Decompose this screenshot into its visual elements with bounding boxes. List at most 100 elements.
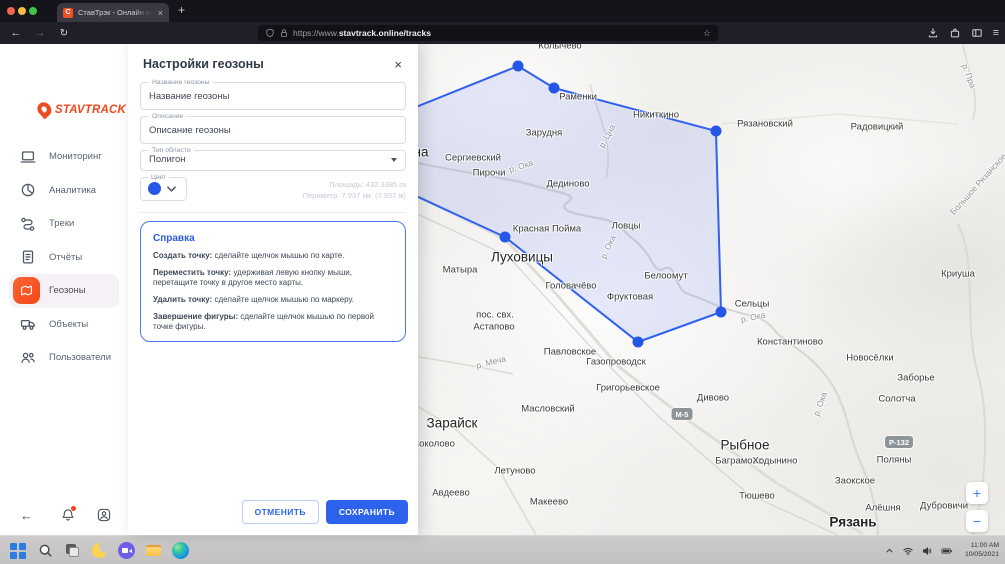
geofence-vertex-marker[interactable] <box>549 83 560 94</box>
tab-title: СтавТрэк - Онлайн мониторинг <box>78 8 155 17</box>
video-app-icon[interactable] <box>118 542 135 559</box>
app-sidebar: STAVTRACK Мониторинг Аналитика Треки Отчёты… <box>0 44 128 535</box>
geozone-color-swatch[interactable] <box>148 182 161 195</box>
map-zoom-in-button[interactable]: + <box>966 482 988 504</box>
notification-dot <box>71 506 76 511</box>
map-place-label: Поляны <box>877 455 912 466</box>
geofence-vertex-marker[interactable] <box>500 232 511 243</box>
map-place-label: Рязань <box>829 515 876 530</box>
cancel-button[interactable]: ОТМЕНИТЬ <box>242 500 319 524</box>
area-type-select[interactable]: Тип области Полигон <box>140 147 406 171</box>
reload-icon[interactable]: ↻ <box>54 22 74 44</box>
sidebar-item-label: Отчёты <box>49 252 82 263</box>
url-text: stavtrack.online/tracks <box>339 28 431 38</box>
dropdown-arrow-icon <box>391 158 397 162</box>
sidebar-item-reports[interactable]: Отчёты <box>0 241 128 275</box>
battery-icon[interactable] <box>940 545 954 557</box>
geofence-vertex-marker[interactable] <box>633 337 644 348</box>
geozone-stats: Площадь: 432.3385 га Периметр: 7.937 км,… <box>303 171 406 201</box>
taskbar-apps <box>10 536 189 564</box>
geozone-name-input[interactable] <box>141 91 405 102</box>
map-place-label: Новосёлки <box>846 353 893 364</box>
maximize-window-button[interactable] <box>29 7 37 15</box>
map-place-label: Григорьевское <box>596 383 660 394</box>
chevron-down-icon[interactable] <box>167 186 176 192</box>
tray-date: 10/05/2021 <box>965 551 999 560</box>
save-button[interactable]: СОХРАНИТЬ <box>326 500 408 524</box>
users-icon <box>19 349 37 367</box>
map-place-label: Заокское <box>835 476 875 487</box>
map-place-label: Пирочи <box>473 168 506 179</box>
map-place-label: Дубровичи <box>920 501 968 512</box>
map-place-label: Головачёво <box>546 281 597 292</box>
panel-title: Настройки геозоны <box>143 57 264 71</box>
notifications-bell-icon[interactable] <box>60 507 76 523</box>
map-place-label: Матыра <box>443 265 478 276</box>
url-bar[interactable]: https://www.stavtrack.online/tracks ☆ <box>258 25 718 41</box>
sidebar-item-objects[interactable]: Объекты <box>0 308 128 342</box>
sidebar-item-label: Аналитика <box>49 185 96 196</box>
sidebar-item-label: Объекты <box>49 319 88 330</box>
chevron-up-icon[interactable] <box>884 545 895 556</box>
sidebar-item-monitoring[interactable]: Мониторинг <box>0 140 128 174</box>
browser-menu-icon[interactable]: ≡ <box>993 27 999 39</box>
map-place-label: Летуново <box>494 466 535 477</box>
geozone-description-input[interactable] <box>141 125 405 136</box>
map-place-label: Сергиевский <box>445 153 501 164</box>
browser-tab[interactable]: С СтавТрэк - Онлайн мониторинг × <box>57 3 169 22</box>
sidebar-toggle-icon[interactable] <box>971 27 983 39</box>
bookmark-star-icon[interactable]: ☆ <box>703 28 711 39</box>
sidebar-item-tracks[interactable]: Треки <box>0 207 128 241</box>
map-place-label: Масловский <box>521 404 574 415</box>
taskbar-clock[interactable]: 11:00 AM 10/05/2021 <box>965 542 999 559</box>
map-place-label: Криуша <box>941 269 975 280</box>
forward-icon[interactable]: → <box>30 22 50 44</box>
stavtrack-logo: STAVTRACK <box>38 102 126 117</box>
download-icon[interactable] <box>927 27 939 39</box>
task-view-icon[interactable] <box>64 542 81 559</box>
map-place-label: Раменки <box>559 92 597 103</box>
help-item: Создать точку: сделайте щелчок мышью по … <box>153 251 393 261</box>
wifi-icon[interactable] <box>902 545 914 557</box>
start-icon[interactable] <box>10 542 27 559</box>
map-zoom-out-button[interactable]: − <box>966 510 988 532</box>
sidebar-item-analytics[interactable]: Аналитика <box>0 174 128 208</box>
close-window-button[interactable] <box>7 7 15 15</box>
geofence-vertex-marker[interactable] <box>716 307 727 318</box>
sidebar-item-users[interactable]: Пользователи <box>0 341 128 375</box>
extensions-icon[interactable] <box>949 27 961 39</box>
file-explorer-icon[interactable] <box>145 542 162 559</box>
color-picker[interactable]: Цвет <box>140 174 187 201</box>
sidebar-item-label: Геозоны <box>49 285 86 296</box>
collapse-sidebar-icon[interactable]: ← <box>20 508 33 523</box>
sidebar-item-geozones[interactable]: Геозоны <box>9 274 119 308</box>
map-place-label: Заборье <box>897 373 934 384</box>
profile-icon[interactable] <box>96 507 112 523</box>
geozone-description-field[interactable]: Описание <box>140 113 406 144</box>
moon-app-icon[interactable] <box>91 542 108 559</box>
help-box: Справка Создать точку: сделайте щелчок м… <box>140 221 406 342</box>
map-place-label: Ходынино <box>753 456 798 467</box>
area-type-label: Тип области <box>149 147 194 154</box>
tab-close-icon[interactable]: × <box>158 8 163 18</box>
map-place-label: Красная Пойма <box>513 224 581 235</box>
geofence-vertex-marker[interactable] <box>513 61 524 72</box>
tab-favicon: С <box>63 8 73 18</box>
edge-icon[interactable] <box>172 542 189 559</box>
close-icon[interactable]: × <box>394 58 402 71</box>
system-tray: 11:00 AM 10/05/2021 <box>884 536 999 564</box>
volume-icon[interactable] <box>921 545 933 557</box>
tray-time: 11:00 AM <box>965 542 999 551</box>
new-tab-button[interactable]: + <box>178 3 185 17</box>
map-place-label: Сельцы <box>735 299 770 310</box>
map-canvas[interactable]: КолычевонаРаменкиНикиткиноРязановскийРад… <box>418 44 1005 535</box>
geofence-vertex-marker[interactable] <box>711 126 722 137</box>
minimize-window-button[interactable] <box>18 7 26 15</box>
back-icon[interactable]: ← <box>6 22 26 44</box>
map-place-label: Авдеево <box>432 488 470 499</box>
geozone-name-field[interactable]: Название геозоны <box>140 79 406 110</box>
search-icon[interactable] <box>37 542 54 559</box>
geofence-polygon[interactable] <box>418 66 721 342</box>
map-place-label: -Соколово <box>418 439 455 450</box>
road-badge: М-5 <box>672 408 693 420</box>
